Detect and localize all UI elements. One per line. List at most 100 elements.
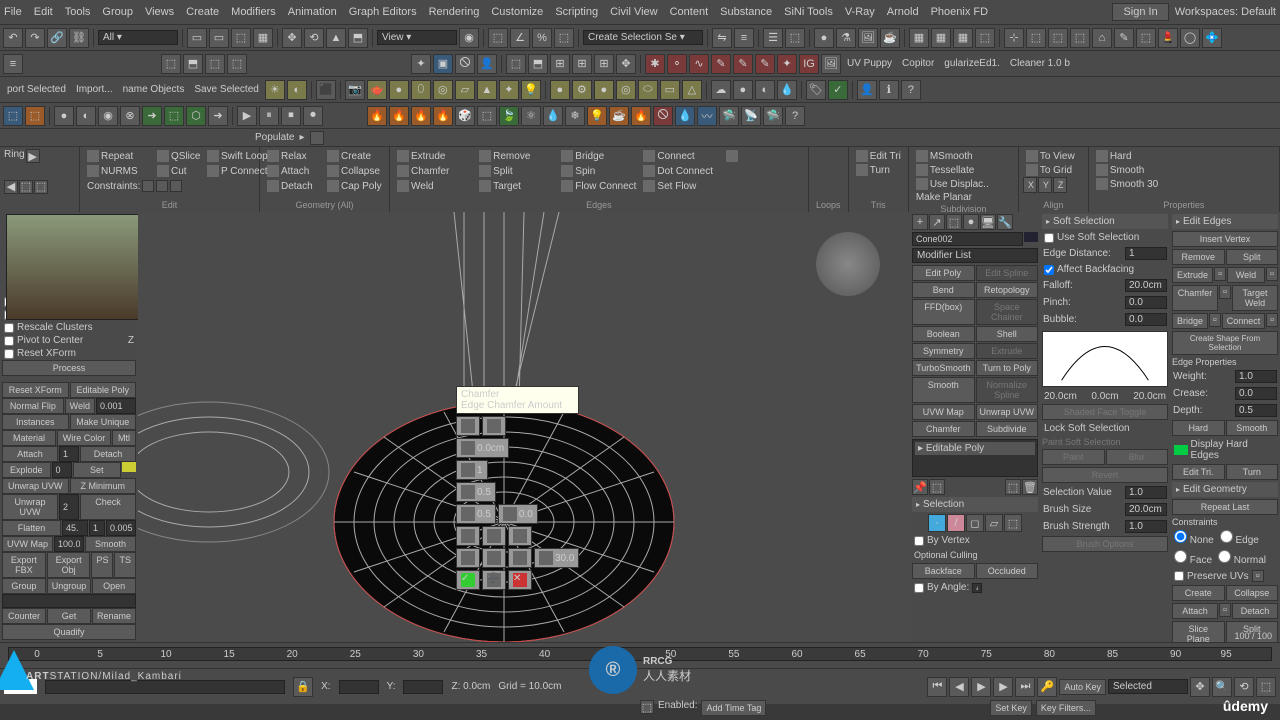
weld-edge-button[interactable]: Weld: [394, 179, 475, 193]
sphere2-icon[interactable]: ●: [550, 80, 570, 100]
uvwmap-mod-button[interactable]: UVW Map: [912, 404, 975, 420]
relax-button[interactable]: Relax: [264, 149, 310, 163]
select-obj-icon[interactable]: ⬚: [3, 106, 23, 126]
named-selection-dropdown[interactable]: Create Selection Se ▾: [583, 30, 703, 45]
material-button[interactable]: Material: [2, 430, 56, 446]
collapse-geom2-button[interactable]: Collapse: [1226, 585, 1279, 601]
constraint-face[interactable]: Face: [1174, 550, 1212, 566]
box-icon[interactable]: ⬛: [316, 80, 336, 100]
editgeom-rollout-header[interactable]: Edit Geometry: [1172, 482, 1278, 497]
hard-button[interactable]: Hard: [1093, 149, 1275, 163]
next-frame-icon[interactable]: ▶: [993, 677, 1013, 697]
drop-icon[interactable]: 💧: [543, 106, 563, 126]
refcoord-dropdown[interactable]: View ▾: [377, 30, 457, 45]
nav-pan-icon[interactable]: ✥: [1190, 677, 1210, 697]
flatten1-input[interactable]: [89, 520, 105, 536]
makeplanar-button[interactable]: Make Planar: [913, 191, 1014, 204]
stack-editable-poly[interactable]: ▸ Editable Poly: [915, 442, 1035, 455]
port-selected-button[interactable]: port Selected: [3, 84, 70, 95]
spinner-snap-icon[interactable]: ⬚: [554, 28, 574, 48]
bucket-icon[interactable]: ⬚: [1136, 28, 1156, 48]
ungroup-button[interactable]: Ungroup: [47, 578, 92, 594]
fire2-icon[interactable]: 🔥: [389, 106, 409, 126]
axis-icon[interactable]: ⊹: [1004, 28, 1024, 48]
selection-filter-dropdown[interactable]: All ▾: [98, 30, 178, 45]
tool-b2-icon[interactable]: ▣: [433, 54, 453, 74]
unwrap-button[interactable]: Unwrap UVW: [2, 478, 69, 494]
prism-icon[interactable]: △: [682, 80, 702, 100]
repeatlast-button[interactable]: Repeat Last: [1172, 499, 1278, 515]
pen-red-icon[interactable]: ✎: [755, 54, 775, 74]
help2-icon[interactable]: ?: [785, 106, 805, 126]
rename-button[interactable]: Rename: [92, 608, 136, 624]
menu-animation[interactable]: Animation: [288, 6, 337, 18]
menu-phoenix-fd[interactable]: Phoenix FD: [931, 6, 988, 18]
bend-mod-button[interactable]: Bend: [912, 282, 975, 298]
split-edge-button[interactable]: Split: [476, 164, 557, 178]
attach-geom2-button[interactable]: Attach: [1172, 603, 1218, 619]
mirror-icon[interactable]: ⇋: [712, 28, 732, 48]
mtl-button[interactable]: Mtl: [112, 430, 136, 446]
rotate-icon[interactable]: ⟲: [304, 28, 324, 48]
color2-icon[interactable]: 💠: [1202, 28, 1222, 48]
capsule-icon[interactable]: ⬭: [638, 80, 658, 100]
selval-value[interactable]: 1.0: [1125, 486, 1167, 499]
arrow2-icon[interactable]: ➜: [208, 106, 228, 126]
keymode-dropdown[interactable]: Selected: [1108, 679, 1188, 694]
process-button[interactable]: Process: [2, 360, 136, 376]
chamfer-angle-input[interactable]: 30.0: [534, 548, 579, 568]
unwrapuvw-mod-button[interactable]: Unwrap UVW: [976, 404, 1039, 420]
edit-tri2-button[interactable]: Edit Tri.: [1172, 464, 1225, 480]
weld-button[interactable]: Weld: [65, 398, 95, 414]
tool-c1-icon[interactable]: ⬚: [506, 54, 526, 74]
info-icon[interactable]: ℹ: [879, 80, 899, 100]
menu-substance[interactable]: Substance: [720, 6, 772, 18]
chain-red-icon[interactable]: ∿: [689, 54, 709, 74]
group-left-button[interactable]: Group: [2, 578, 46, 594]
align-x-button[interactable]: X: [1023, 177, 1037, 193]
byangle-input[interactable]: [972, 583, 982, 593]
render-setup-icon[interactable]: ⚗: [836, 28, 856, 48]
selection-rollout-header[interactable]: Selection: [912, 497, 1038, 512]
ts-button[interactable]: TS: [114, 552, 136, 578]
tessellate-button[interactable]: Tessellate: [913, 163, 1014, 177]
select-region-icon[interactable]: ⬚: [231, 28, 251, 48]
boolean-mod-button[interactable]: Boolean: [912, 326, 975, 342]
signin-button[interactable]: Sign In: [1112, 3, 1168, 21]
byangle-check[interactable]: [914, 583, 924, 593]
link-icon[interactable]: 🔗: [47, 28, 67, 48]
blur-button[interactable]: Blur: [1106, 449, 1169, 465]
edgedist-value[interactable]: 1: [1125, 247, 1167, 260]
uvwmap-button[interactable]: UVW Map: [2, 536, 53, 552]
smooth-prop-button[interactable]: Smooth: [1093, 163, 1275, 177]
flatten45-input[interactable]: [62, 520, 88, 536]
plane-icon[interactable]: ▱: [455, 80, 475, 100]
make-unique-button[interactable]: Make Unique: [70, 414, 137, 430]
grid3-icon[interactable]: ▦: [953, 28, 973, 48]
wirecolor-button[interactable]: Wire Color: [57, 430, 111, 446]
light2-icon[interactable]: 💡: [587, 106, 607, 126]
remove-edge-button[interactable]: Remove: [476, 149, 557, 163]
dish-icon[interactable]: 🛸: [763, 106, 783, 126]
createshape-button[interactable]: Create Shape From Selection: [1172, 331, 1278, 355]
preserveuvs-settings-icon[interactable]: ▫: [1252, 570, 1264, 582]
pinch-value[interactable]: 0.0: [1125, 296, 1167, 309]
stack-del-icon[interactable]: 🗑: [1022, 479, 1038, 495]
remove-edge2-button[interactable]: Remove: [1172, 249, 1225, 265]
togrid-button[interactable]: To Grid: [1023, 163, 1084, 177]
schematic-icon[interactable]: ⬚: [785, 28, 805, 48]
chamfer-mod-button[interactable]: Chamfer: [912, 421, 975, 437]
flowconnect-button[interactable]: Flow Connect: [558, 179, 639, 193]
extrude-mod-button[interactable]: Extrude: [976, 343, 1039, 359]
name-input[interactable]: [2, 594, 136, 608]
qslice-button[interactable]: QSlice: [154, 149, 203, 163]
cmd-panel-motion-icon[interactable]: ●: [963, 214, 979, 230]
coffee-icon[interactable]: ☕: [609, 106, 629, 126]
reset-xform2-button[interactable]: Reset XForm: [2, 382, 69, 398]
exportobj-button[interactable]: Export Obj: [47, 552, 91, 578]
move-icon[interactable]: ✥: [282, 28, 302, 48]
modifier-list-dropdown[interactable]: Modifier List: [912, 248, 1038, 263]
chamfer-opt2-icon[interactable]: [487, 529, 501, 543]
torus-icon[interactable]: ◎: [433, 80, 453, 100]
import-button[interactable]: Import...: [72, 84, 117, 95]
